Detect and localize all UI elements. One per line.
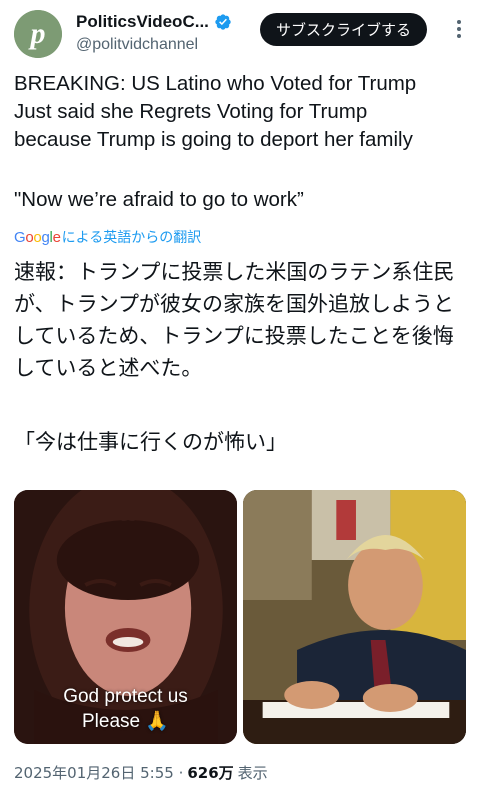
subscribe-button[interactable]: サブスクライブする: [260, 13, 428, 46]
display-name[interactable]: PoliticsVideoC...: [76, 12, 209, 32]
more-vertical-icon[interactable]: [452, 16, 466, 42]
media-photo-left[interactable]: God protect us Please 🙏: [14, 490, 237, 744]
timestamp[interactable]: 2025年01月26日 5:55 ·: [14, 762, 183, 783]
photo-caption: God protect us Please 🙏: [14, 684, 237, 734]
more-dot: [457, 27, 461, 31]
view-count: 626万: [187, 764, 234, 782]
avatar-logo-icon: p: [14, 10, 62, 58]
tweet-line: because Trump is going to deport her fam…: [14, 128, 413, 151]
man-signing-image: [243, 490, 466, 744]
caption-line: God protect us: [63, 686, 188, 707]
media-photo-right[interactable]: [243, 490, 466, 744]
avatar[interactable]: p: [14, 10, 62, 58]
more-dot: [457, 34, 461, 38]
google-logo: Google: [14, 228, 61, 246]
media-grid: God protect us Please 🙏: [14, 490, 466, 744]
tweet-line: BREAKING: US Latino who Voted for Trump: [14, 72, 417, 95]
tweet-line: Just said she Regrets Voting for Trump: [14, 100, 368, 123]
more-dot: [457, 20, 461, 24]
tweet-meta: 2025年01月26日 5:55 · 626万 表示: [14, 762, 268, 783]
translation-label[interactable]: による英語からの翻訳: [62, 227, 202, 247]
verified-badge-icon: [215, 14, 231, 30]
translated-quote: 「今は仕事に行くのが怖い」: [14, 430, 287, 454]
avatar-letter: p: [28, 17, 46, 50]
caption-line: Please 🙏: [81, 711, 170, 732]
tweet-text: BREAKING: US Latino who Voted for Trump …: [14, 70, 470, 154]
tweet-quote: "Now we’re afraid to go to work”: [14, 188, 304, 211]
translation-attribution[interactable]: Google による英語からの翻訳: [14, 227, 201, 247]
name-row: PoliticsVideoC...: [76, 12, 232, 32]
handle[interactable]: @politvidchannel: [76, 36, 198, 54]
tweet-header: p PoliticsVideoC... @politvidchannel サブス…: [14, 10, 466, 60]
view-count-label: 表示: [237, 764, 268, 782]
translated-text: 速報：トランプに投票した米国のラテン系住民が、トランプが彼女の家族を国外追放しよ…: [14, 260, 455, 380]
